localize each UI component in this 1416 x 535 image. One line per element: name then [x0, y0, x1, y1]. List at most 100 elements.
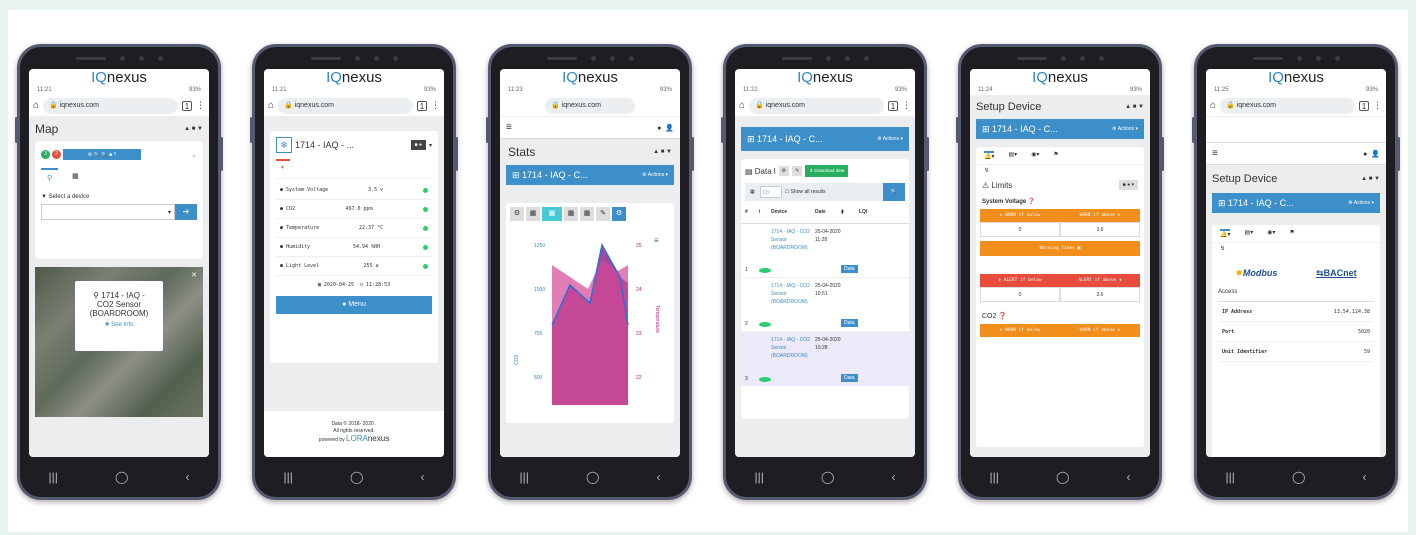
home-button-icon[interactable]: ◯ [586, 470, 599, 484]
gear-icon[interactable]: ⚙ [612, 207, 626, 221]
map-pin-tab[interactable]: ⚲ [41, 168, 59, 186]
data-button[interactable]: Data [841, 374, 858, 382]
back-icon[interactable]: ‹ [185, 470, 189, 484]
home-button-icon[interactable]: ◯ [115, 470, 128, 484]
home-icon[interactable]: ⌂ [739, 100, 745, 111]
table-row[interactable]: 3 1714 - IAQ - CO2 Sensor (BOARDROOM) 25-0… [741, 332, 909, 386]
show-all-checkbox[interactable]: ☐ Show all results [782, 189, 829, 195]
more-icon[interactable]: ⋮ [196, 100, 205, 111]
satellite-map[interactable]: ⚲ 1714 - IAQ - CO2 Sensor (BOARDROOM) ✚ … [35, 267, 203, 417]
gear-icon[interactable]: ⚙ [778, 166, 790, 176]
alert-below-input[interactable]: 0 [980, 287, 1060, 302]
tag-tab[interactable]: ⚑ [1289, 229, 1294, 238]
search-input[interactable]: Ch [759, 186, 782, 198]
calendar-icon[interactable]: ▦ [745, 189, 760, 195]
url-field[interactable]: 🔒 iqnexus.com [1220, 97, 1355, 114]
url-field[interactable]: 🔒 iqnexus.com [278, 97, 413, 114]
device-select[interactable]: ▾ [41, 204, 175, 220]
extra-tab-icon[interactable]: ↯ [1212, 243, 1380, 254]
warn-below-input[interactable]: 0 [980, 222, 1060, 237]
device-tools[interactable]: ■ ● [410, 140, 426, 150]
recents-icon[interactable]: ||| [284, 470, 293, 484]
readings-tab[interactable]: ◐ [276, 159, 291, 174]
table-row[interactable]: 2 1714 - IAQ - CO2 Sensor (BOARDROOM) 25-0… [741, 278, 909, 332]
ok-count-badge[interactable]: 3 [41, 150, 50, 159]
calendar-week-icon[interactable]: ▦ [542, 207, 562, 221]
tabs-icon[interactable]: 1 [1359, 100, 1369, 111]
alert-above-input[interactable]: 3.6 [1060, 287, 1140, 302]
calendar-year-icon[interactable]: ▦ [580, 207, 594, 221]
list-tab[interactable]: ▦ [70, 168, 81, 186]
header-toolbar[interactable]: ▲ ■ ▼ [1125, 104, 1144, 110]
device-header[interactable]: ⊞ 1714 - IAQ - C... ⚙ Actions ▾ [506, 165, 674, 185]
home-button-icon[interactable]: ◯ [1056, 470, 1069, 484]
search-icon[interactable]: 🔍 [883, 183, 905, 201]
back-icon[interactable]: ‹ [1126, 470, 1130, 484]
recents-icon[interactable]: ||| [990, 470, 999, 484]
bell-tab[interactable]: 🔔▾ [984, 151, 995, 160]
close-icon[interactable]: ✕ [191, 271, 197, 279]
data-button[interactable]: Data [841, 265, 858, 273]
eye-tab[interactable]: ◉▾ [1267, 229, 1275, 238]
device-header[interactable]: ⊞ 1714 - IAQ - C... ⚙ Actions ▾ [976, 119, 1144, 139]
bell-tab[interactable]: 🔔▾ [1220, 229, 1231, 238]
back-icon[interactable]: ‹ [891, 470, 895, 484]
settings-icon[interactable]: ⚙ [510, 207, 524, 221]
pencil-icon[interactable]: ✎ [596, 207, 610, 221]
header-toolbar[interactable]: ▲ ■ ▼ [1361, 176, 1380, 182]
more-icon[interactable]: ⋮ [1373, 100, 1382, 111]
tabs-icon[interactable]: 1 [182, 100, 192, 111]
calendar-month-icon[interactable]: ▦ [564, 207, 578, 221]
tabs-icon[interactable]: 1 [417, 100, 427, 111]
recents-icon[interactable]: ||| [1226, 470, 1235, 484]
home-icon[interactable]: ⌂ [268, 100, 274, 111]
header-toolbar[interactable]: ▲ ■ ▼ [184, 126, 203, 132]
calendar-icon[interactable]: ▦ [526, 207, 540, 221]
device-header[interactable]: ⊞ 1714 - IAQ - C... ⚙ Actions ▾ [741, 127, 909, 151]
chevron-down-icon[interactable]: ▾ [429, 142, 432, 149]
warn-above-input[interactable]: 3.6 [1060, 222, 1140, 237]
limits-tools[interactable]: ■ ● ▾ [1118, 180, 1138, 190]
eye-tab[interactable]: ◉▾ [1031, 151, 1039, 160]
url-field[interactable]: 🔒 iqnexus.com [43, 97, 178, 114]
recents-icon[interactable]: ||| [755, 470, 764, 484]
download-button[interactable]: ⬇ Download data [805, 165, 849, 177]
recents-icon[interactable]: ||| [49, 470, 58, 484]
extra-tab-icon[interactable]: ↯ [976, 165, 1144, 176]
back-icon[interactable]: ‹ [420, 470, 424, 484]
menu-button[interactable]: ● Menu [276, 296, 432, 314]
back-icon[interactable]: ‹ [656, 470, 660, 484]
recents-icon[interactable]: ||| [520, 470, 529, 484]
url-field[interactable]: 🔒 iqnexus.com [545, 97, 635, 114]
device-header[interactable]: ⊞ 1714 - IAQ - C... ⚙ Actions ▾ [1212, 193, 1380, 213]
chevron-down-icon[interactable]: ⌄ [191, 151, 197, 159]
home-button-icon[interactable]: ◯ [350, 470, 363, 484]
list-tab[interactable]: ▤▾ [1008, 151, 1017, 160]
see-info-link[interactable]: ✚ See Info [75, 321, 163, 330]
list-tab[interactable]: ▤▾ [1244, 229, 1253, 238]
url-field[interactable]: 🔒 iqnexus.com [749, 97, 884, 114]
chart-menu-icon[interactable]: ≡ [654, 236, 659, 245]
map-tool-group[interactable]: ⚙ 🔍 🔍 ■ ? [63, 149, 141, 160]
more-icon[interactable]: ⋮ [902, 100, 911, 111]
data-button[interactable]: Data [841, 319, 858, 327]
table-row[interactable]: 1 1714 - IAQ - CO2 Sensor (BOARDROOM) 25-0… [741, 224, 909, 278]
warning-times-button[interactable]: Warning Times ▦ [980, 241, 1140, 256]
wrench-icon[interactable]: ✎ [792, 166, 803, 176]
tabs-icon[interactable]: 1 [888, 100, 898, 111]
go-button[interactable]: ➔ [175, 204, 197, 220]
hamburger-icon[interactable]: ≡ [1212, 148, 1218, 159]
home-icon[interactable]: ⌂ [1210, 100, 1216, 111]
user-controls[interactable]: ● 👤 [1363, 150, 1380, 158]
co2-temperature-chart[interactable]: 1250 1000 750 500 25 24 23 22 CO2 Temper… [510, 225, 674, 405]
hamburger-icon[interactable]: ≡ [506, 122, 512, 133]
back-icon[interactable]: ‹ [1362, 470, 1366, 484]
more-icon[interactable]: ⋮ [431, 100, 440, 111]
home-button-icon[interactable]: ◯ [821, 470, 834, 484]
user-controls[interactable]: ● 👤 [657, 124, 674, 132]
home-button-icon[interactable]: ◯ [1292, 470, 1305, 484]
tag-tab[interactable]: ⚑ [1053, 151, 1058, 160]
alert-count-badge[interactable]: 2 [52, 150, 61, 159]
header-toolbar[interactable]: ▲ ■ ▼ [653, 149, 672, 155]
home-icon[interactable]: ⌂ [33, 100, 39, 111]
